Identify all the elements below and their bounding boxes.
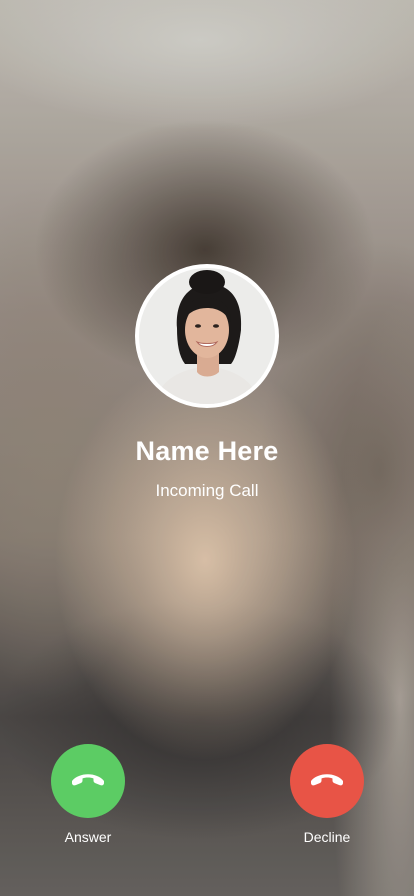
answer-action: Answer bbox=[50, 744, 126, 845]
caller-name: Name Here bbox=[135, 436, 279, 466]
phone-decline-icon bbox=[311, 774, 343, 786]
decline-label: Decline bbox=[303, 829, 351, 845]
decline-button[interactable] bbox=[290, 744, 364, 818]
call-status: Incoming Call bbox=[155, 481, 259, 500]
answer-label: Answer bbox=[64, 829, 112, 845]
decline-action: Decline bbox=[289, 744, 365, 845]
caller-photo bbox=[139, 268, 275, 404]
phone-answer-icon bbox=[72, 774, 104, 786]
caller-avatar bbox=[135, 264, 279, 408]
answer-button[interactable] bbox=[51, 744, 125, 818]
